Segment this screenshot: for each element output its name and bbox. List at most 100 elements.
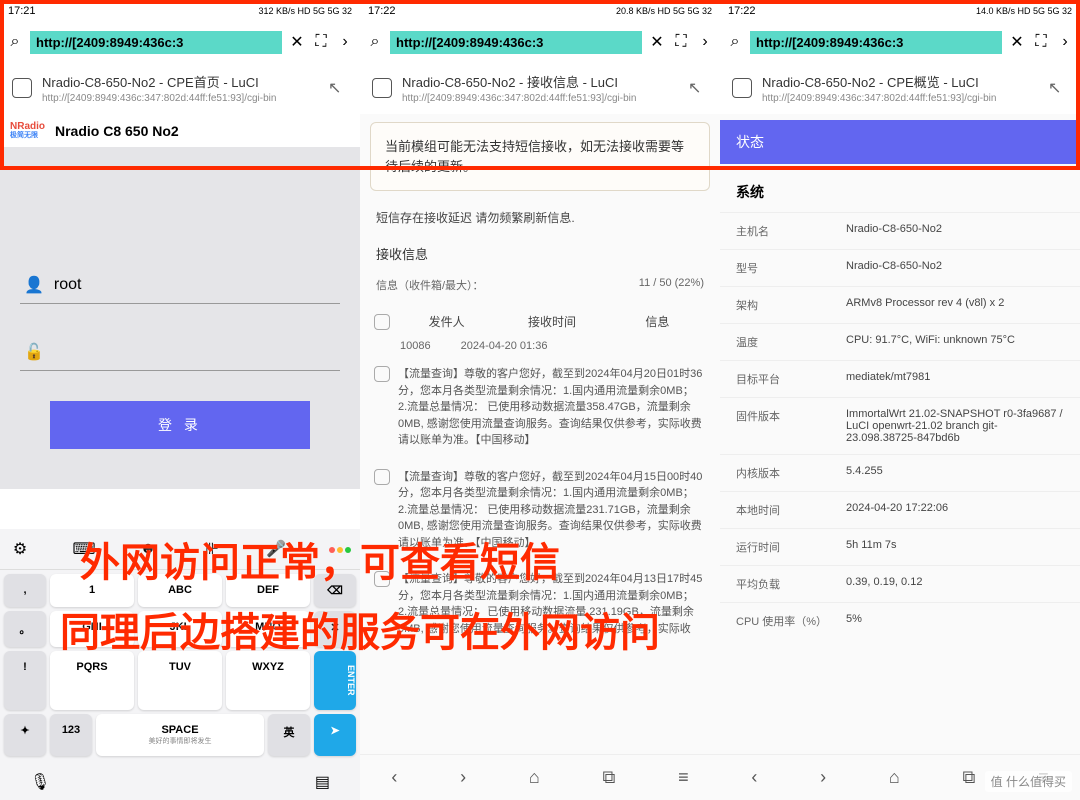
key-lang[interactable]: 英 (268, 714, 310, 756)
scan-icon[interactable]: ⛶ (672, 33, 690, 51)
clipboard-icon[interactable]: ▤ (315, 772, 330, 792)
info-value: ImmortalWrt 21.02-SNAPSHOT r0-3fa9687 / … (846, 408, 1064, 444)
app-header: NRadio极简无限 Nradio C8 650 No2 (0, 114, 360, 147)
info-value: mediatek/mt7981 (846, 371, 1064, 387)
key-space[interactable]: SPACE美好的事情即将发生 (96, 714, 264, 756)
row-checkbox[interactable] (374, 366, 390, 382)
suggestion-url: http://[2409:8949:436c:347:802d:44ff:fe5… (762, 93, 1038, 104)
message-body: 【流量查询】尊敬的客户您好，截至到2024年04月20日01时36分，您本月各类… (398, 366, 706, 449)
tabs-icon[interactable]: ⧉ (963, 767, 976, 788)
info-row: 主机名Nradio-C8-650-No2 (720, 212, 1080, 249)
select-all-checkbox[interactable] (374, 314, 390, 330)
info-label: CPU 使用率（%） (736, 613, 846, 629)
insert-arrow-icon[interactable]: ↖ (328, 78, 348, 98)
info-label: 架构 (736, 297, 846, 313)
info-label: 平均负载 (736, 576, 846, 592)
settings-icon[interactable]: ⚙ (8, 537, 32, 561)
status-header: 状态 (720, 120, 1080, 164)
back-icon[interactable]: ‹ (751, 767, 757, 788)
suggestion-title: Nradio-C8-650-No2 - CPE概览 - LuCI (762, 72, 1038, 91)
info-row: 型号Nradio-C8-650-No2 (720, 249, 1080, 286)
signal-indicators: 14.0 KB/s HD 5G 5G 32 (976, 6, 1072, 16)
signal-indicators: 312 KB/s HD 5G 5G 32 (258, 6, 352, 16)
mic-bottom-icon[interactable]: 🎙 (30, 772, 50, 792)
url-suggestion[interactable]: Nradio-C8-650-No2 - CPE首页 - LuCI http://… (0, 62, 360, 114)
page-icon (372, 78, 392, 98)
key-wxyz[interactable]: WXYZ (226, 651, 310, 710)
username-field[interactable]: 👤 root (20, 267, 340, 304)
scan-icon[interactable]: ⛶ (312, 33, 330, 51)
key-exclaim[interactable]: ! (4, 651, 46, 710)
url-input[interactable]: http://[2409:8949:436c:3 (750, 31, 1002, 54)
url-input[interactable]: http://[2409:8949:436c:3 (390, 31, 642, 54)
go-icon[interactable]: › (696, 33, 714, 51)
url-bar: ⌕ http://[2409:8949:436c:3 ✕ ⛶ › (360, 22, 720, 62)
info-value: ARMv8 Processor rev 4 (v8l) x 2 (846, 297, 1064, 313)
info-value: 5.4.255 (846, 465, 1064, 481)
status-bar: 17:22 20.8 KB/s HD 5G 5G 32 (360, 0, 720, 22)
password-field[interactable]: 🔓 (20, 334, 340, 371)
login-button[interactable]: 登 录 (50, 401, 310, 449)
th-sender: 发件人 (398, 313, 495, 330)
forward-icon[interactable]: › (820, 767, 826, 788)
info-value: 5% (846, 613, 1064, 629)
info-row: 目标平台mediatek/mt7981 (720, 360, 1080, 397)
key-send[interactable]: ➤ (314, 714, 356, 756)
message-meta: 100862024-04-20 01:36 (360, 340, 720, 352)
section-title: 接收信息 (360, 236, 720, 267)
clear-icon[interactable]: ✕ (1008, 33, 1026, 51)
key-enter[interactable]: ENTER (314, 651, 356, 710)
url-suggestion[interactable]: Nradio-C8-650-No2 - 接收信息 - LuCI http://[… (360, 62, 720, 114)
info-label: 本地时间 (736, 502, 846, 518)
url-bar: ⌕ http://[2409:8949:436c:3 ✕ ⛶ › (720, 22, 1080, 62)
key-123[interactable]: 123 (50, 714, 92, 756)
back-icon[interactable]: ‹ (391, 767, 397, 788)
key-pqrs[interactable]: PQRS (50, 651, 134, 710)
warning-banner: 当前模组可能无法支持短信接收，如无法接收需要等待后续的更新。 (370, 122, 710, 191)
key-symbols[interactable]: ✦ (4, 714, 46, 756)
menu-icon[interactable]: ≡ (678, 767, 689, 788)
status-bar: 17:22 14.0 KB/s HD 5G 5G 32 (720, 0, 1080, 22)
info-label: 固件版本 (736, 408, 846, 444)
suggestion-title: Nradio-C8-650-No2 - 接收信息 - LuCI (402, 72, 678, 91)
search-icon[interactable]: ⌕ (726, 33, 744, 51)
message-row[interactable]: 【流量查询】尊敬的客户您好，截至到2024年04月20日01时36分，您本月各类… (360, 356, 720, 459)
user-icon: 👤 (24, 275, 44, 295)
watermark: 值 什么值得买 (985, 771, 1072, 792)
search-icon[interactable]: ⌕ (6, 33, 24, 51)
clear-icon[interactable]: ✕ (288, 33, 306, 51)
insert-arrow-icon[interactable]: ↖ (688, 78, 708, 98)
signal-indicators: 20.8 KB/s HD 5G 5G 32 (616, 6, 712, 16)
page-icon (12, 78, 32, 98)
delay-note: 短信存在接收延迟 请勿频繁刷新信息. (360, 199, 720, 236)
system-heading: 系统 (720, 164, 1080, 212)
username-value: root (54, 276, 82, 294)
search-icon[interactable]: ⌕ (366, 33, 384, 51)
url-input[interactable]: http://[2409:8949:436c:3 (30, 31, 282, 54)
phone-screen-3: 17:22 14.0 KB/s HD 5G 5G 32 ⌕ http://[24… (720, 0, 1080, 800)
insert-arrow-icon[interactable]: ↖ (1048, 78, 1068, 98)
info-label: 主机名 (736, 223, 846, 239)
go-icon[interactable]: › (336, 33, 354, 51)
info-row: 平均负载0.39, 0.19, 0.12 (720, 565, 1080, 602)
suggestion-url: http://[2409:8949:436c:347:802d:44ff:fe5… (42, 93, 318, 104)
lock-icon: 🔓 (24, 342, 44, 362)
info-row: 内核版本5.4.255 (720, 454, 1080, 491)
info-value: CPU: 91.7°C, WiFi: unknown 75°C (846, 334, 1064, 350)
scan-icon[interactable]: ⛶ (1032, 33, 1050, 51)
home-icon[interactable]: ⌂ (529, 767, 540, 788)
key-tuv[interactable]: TUV (138, 651, 222, 710)
url-suggestion[interactable]: Nradio-C8-650-No2 - CPE概览 - LuCI http://… (720, 62, 1080, 114)
clear-icon[interactable]: ✕ (648, 33, 666, 51)
url-bar: ⌕ http://[2409:8949:436c:3 ✕ ⛶ › (0, 22, 360, 62)
go-icon[interactable]: › (1056, 33, 1074, 51)
info-value: Nradio-C8-650-No2 (846, 223, 1064, 239)
home-icon[interactable]: ⌂ (889, 767, 900, 788)
forward-icon[interactable]: › (460, 767, 466, 788)
key-period[interactable]: 。 (4, 611, 46, 647)
info-row: CPU 使用率（%）5% (720, 602, 1080, 639)
row-checkbox[interactable] (374, 469, 390, 485)
key-comma[interactable]: , (4, 574, 46, 607)
info-label: 目标平台 (736, 371, 846, 387)
tabs-icon[interactable]: ⧉ (603, 767, 616, 788)
